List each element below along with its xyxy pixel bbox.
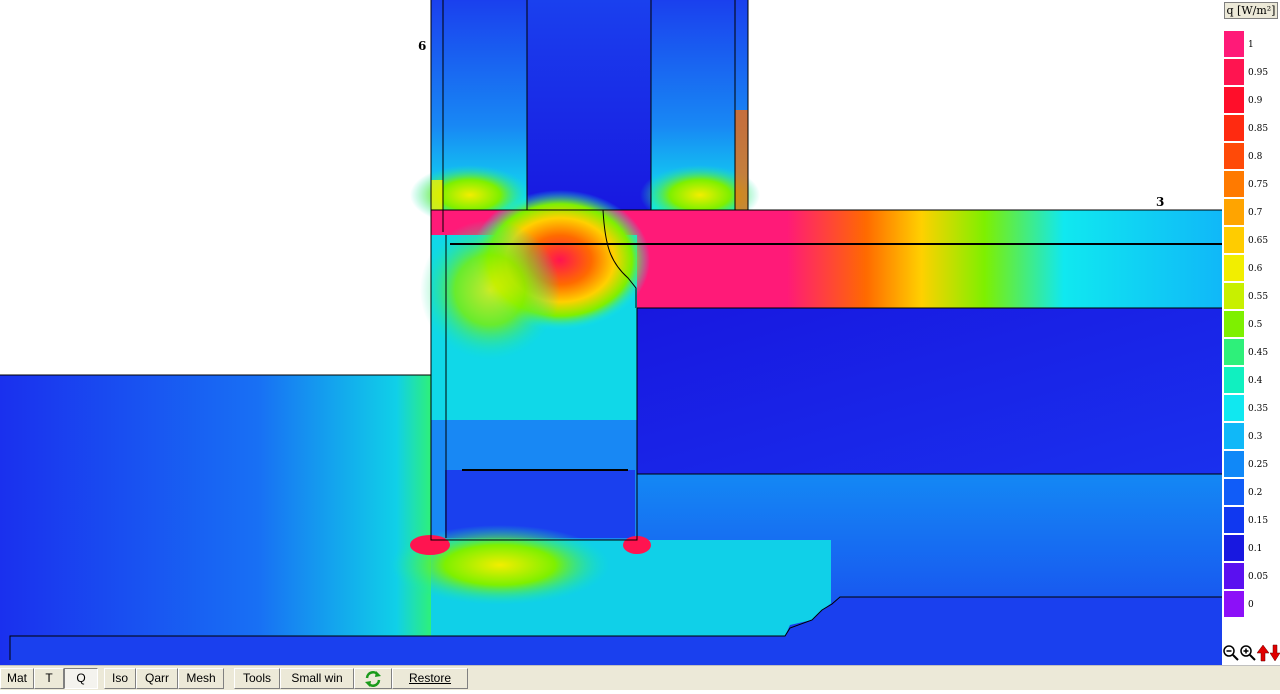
legend-swatch (1224, 171, 1244, 198)
refresh-button[interactable] (354, 668, 392, 689)
legend-value: 0.8 (1248, 152, 1263, 162)
legend-row: 0.9 (1224, 87, 1280, 115)
legend-swatch (1224, 423, 1244, 450)
node-label-3: 3 (1156, 195, 1165, 209)
legend-value: 0.45 (1248, 348, 1269, 358)
legend-swatch (1224, 507, 1244, 534)
bottom-toolbar: Mat T Q Iso Qarr Mesh Tools Small win Re… (0, 665, 1280, 690)
legend-swatch (1224, 115, 1244, 142)
legend-swatch (1224, 31, 1244, 58)
mesh-button[interactable]: Mesh (178, 668, 224, 689)
legend-value: 0.65 (1248, 236, 1269, 246)
t-button[interactable]: T (34, 668, 64, 689)
legend-row: 0.1 (1224, 535, 1280, 563)
legend-row: 0.6 (1224, 255, 1280, 283)
legend-row: 0.55 (1224, 283, 1280, 311)
legend-value: 0 (1248, 600, 1254, 610)
legend-row: 0.75 (1224, 171, 1280, 199)
tools-button[interactable]: Tools (234, 668, 280, 689)
legend-swatch (1224, 59, 1244, 86)
legend-row: 0.85 (1224, 115, 1280, 143)
legend-row: 0.2 (1224, 479, 1280, 507)
legend-swatch (1224, 339, 1244, 366)
restore-button[interactable]: Restore (392, 668, 468, 689)
legend-value: 0.2 (1248, 488, 1263, 498)
legend-swatch (1224, 143, 1244, 170)
heat-flux-plot[interactable]: 6 3 (0, 0, 1222, 665)
legend-value: 0.85 (1248, 124, 1269, 134)
zoom-out-icon[interactable] (1222, 644, 1240, 662)
legend-value: 0.5 (1248, 320, 1263, 330)
legend-unit-label[interactable]: q [W/m²] (1224, 2, 1278, 19)
arrow-down-icon[interactable] (1270, 644, 1280, 662)
legend-swatch (1224, 395, 1244, 422)
arrow-up-icon[interactable] (1256, 644, 1270, 662)
legend-swatch (1224, 311, 1244, 338)
legend-value: 0.55 (1248, 292, 1269, 302)
legend-swatch (1224, 227, 1244, 254)
legend-value: 0.75 (1248, 180, 1269, 190)
legend-value: 1 (1248, 40, 1254, 50)
legend-swatch (1224, 283, 1244, 310)
legend-value: 0.95 (1248, 68, 1269, 78)
color-legend: q [W/m²] 1 0.95 0.9 0.85 0.8 0.75 0.7 0.65 0.6 0.… (1222, 0, 1280, 665)
legend-row: 0.65 (1224, 227, 1280, 255)
legend-row: 0.5 (1224, 311, 1280, 339)
legend-value: 0.9 (1248, 96, 1263, 106)
legend-swatch (1224, 591, 1244, 618)
legend-value: 0.25 (1248, 460, 1269, 470)
legend-value: 0.3 (1248, 432, 1263, 442)
legend-row: 0.4 (1224, 367, 1280, 395)
legend-row: 0 (1224, 591, 1280, 619)
legend-value: 0.05 (1248, 572, 1269, 582)
legend-value: 0.6 (1248, 264, 1263, 274)
legend-swatch (1224, 451, 1244, 478)
legend-value: 0.35 (1248, 404, 1269, 414)
legend-row: 0.7 (1224, 199, 1280, 227)
legend-row: 0.95 (1224, 59, 1280, 87)
legend-value: 0.1 (1248, 544, 1263, 554)
legend-swatch (1224, 367, 1244, 394)
legend-swatch (1224, 199, 1244, 226)
legend-swatch (1224, 87, 1244, 114)
legend-swatch (1224, 479, 1244, 506)
qarr-button[interactable]: Qarr (136, 668, 178, 689)
mat-button[interactable]: Mat (0, 668, 34, 689)
legend-row: 0.3 (1224, 423, 1280, 451)
legend-value: 0.7 (1248, 208, 1263, 218)
q-button[interactable]: Q (64, 668, 98, 689)
zoom-in-icon[interactable] (1239, 644, 1257, 662)
legend-row: 0.05 (1224, 563, 1280, 591)
legend-swatch (1224, 255, 1244, 282)
legend-swatch (1224, 563, 1244, 590)
node-label-6: 6 (418, 39, 427, 53)
legend-swatch (1224, 535, 1244, 562)
zoom-tools (1222, 644, 1280, 664)
small-win-button[interactable]: Small win (280, 668, 354, 689)
legend-row: 0.8 (1224, 143, 1280, 171)
legend-row: 0.25 (1224, 451, 1280, 479)
heat-flux-field (0, 0, 1222, 665)
legend-row: 0.45 (1224, 339, 1280, 367)
legend-value: 0.4 (1248, 376, 1263, 386)
legend-row: 1 (1224, 31, 1280, 59)
legend-row: 0.35 (1224, 395, 1280, 423)
legend-row: 0.15 (1224, 507, 1280, 535)
iso-button[interactable]: Iso (104, 668, 136, 689)
refresh-icon (365, 671, 381, 687)
legend-value: 0.15 (1248, 516, 1269, 526)
